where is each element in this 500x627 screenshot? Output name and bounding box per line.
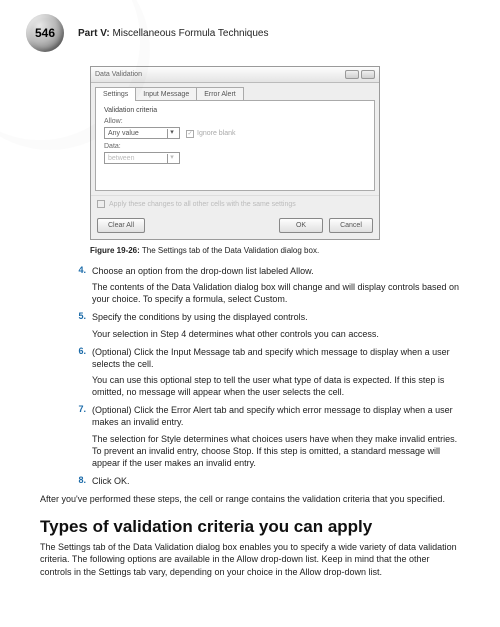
step-text: Click OK. [92,475,460,487]
ignore-blank-checkbox[interactable]: ✓ Ignore blank [186,130,236,138]
step-followup: Your selection in Step 4 determines what… [92,328,460,340]
part-heading: Part V: Miscellaneous Formula Techniques [78,28,268,39]
apply-label: Apply these changes to all other cells w… [109,201,296,208]
list-item: 7. (Optional) Click the Error Alert tab … [70,404,460,469]
step-text: (Optional) Click the Input Message tab a… [92,346,460,370]
body-paragraph: The Settings tab of the Data Validation … [40,541,460,577]
tab-body: Validation criteria Allow: Any value ▾ ✓… [95,100,375,191]
list-item: 8. Click OK. [70,475,460,487]
list-item: 4. Choose an option from the drop-down l… [70,265,460,305]
step-number: 8. [70,475,86,487]
close-icon[interactable] [361,70,375,79]
list-item: 5. Specify the conditions by using the d… [70,311,460,339]
figure: Data Validation Settings Input Message E… [90,66,380,240]
figure-caption: Figure 19-26: The Settings tab of the Da… [90,246,500,255]
help-icon[interactable] [345,70,359,79]
caption-text: The Settings tab of the Data Validation … [140,246,319,255]
data-value: between [108,155,134,162]
page-number-badge: 546 [26,14,64,52]
tab-settings[interactable]: Settings [95,87,136,101]
checkbox-icon [97,200,105,208]
dialog-tabs: Settings Input Message Error Alert [95,87,379,101]
window-buttons [345,70,375,79]
checkbox-icon: ✓ [186,130,194,138]
chevron-down-icon: ▾ [167,154,176,163]
step-text: (Optional) Click the Error Alert tab and… [92,404,460,428]
data-validation-dialog: Data Validation Settings Input Message E… [90,66,380,240]
step-text: Specify the conditions by using the disp… [92,311,460,323]
chevron-down-icon: ▾ [167,129,176,138]
step-text: Choose an option from the drop-down list… [92,265,460,277]
step-number: 7. [70,404,86,469]
step-followup: The selection for Style determines what … [92,433,460,469]
allow-select[interactable]: Any value ▾ [104,127,180,139]
allow-value: Any value [108,130,139,137]
caption-bold: Figure 19-26: [90,246,140,255]
step-number: 5. [70,311,86,339]
ignore-blank-label: Ignore blank [197,130,236,137]
step-followup: You can use this optional step to tell t… [92,374,460,398]
tab-error-alert[interactable]: Error Alert [196,87,244,101]
page-number: 546 [35,26,55,40]
list-item: 6. (Optional) Click the Input Message ta… [70,346,460,399]
clear-all-button[interactable]: Clear All [97,218,145,233]
step-followup: The contents of the Data Validation dial… [92,281,460,305]
cancel-button[interactable]: Cancel [329,218,373,233]
ok-button[interactable]: OK [279,218,323,233]
apply-row: Apply these changes to all other cells w… [91,195,379,212]
page-header: 546 Part V: Miscellaneous Formula Techni… [0,0,500,52]
part-label: Part V: [78,28,110,39]
dialog-title: Data Validation [95,71,142,78]
apply-checkbox[interactable] [97,200,105,208]
data-label: Data: [104,143,366,150]
part-title: Miscellaneous Formula Techniques [112,28,268,39]
after-paragraph: After you've performed these steps, the … [40,493,460,505]
allow-label: Allow: [104,118,180,125]
validation-criteria-label: Validation criteria [104,107,366,114]
dialog-titlebar: Data Validation [91,67,379,83]
dialog-buttons: Clear All OK Cancel [91,212,379,239]
section-heading: Types of validation criteria you can app… [40,517,460,537]
step-number: 4. [70,265,86,305]
step-number: 6. [70,346,86,399]
tab-input-message[interactable]: Input Message [135,87,197,101]
data-select[interactable]: between ▾ [104,152,180,164]
steps-list: 4. Choose an option from the drop-down l… [70,265,460,487]
